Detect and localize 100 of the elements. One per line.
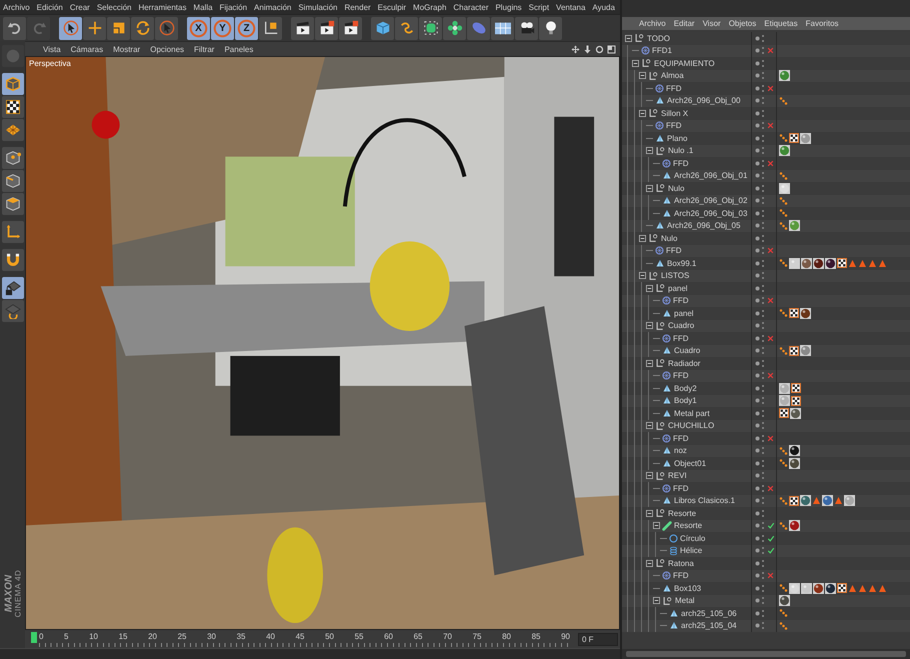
object-name[interactable]: arch25_105_06: [681, 608, 737, 618]
menu-item[interactable]: Etiquetas: [764, 19, 798, 28]
toolbar-button[interactable]: [315, 16, 338, 40]
toolbar-button[interactable]: [395, 16, 418, 40]
object-name[interactable]: Metal part: [674, 408, 710, 418]
menu-item[interactable]: Selección: [96, 2, 132, 12]
tool-button[interactable]: [2, 119, 24, 141]
object-name[interactable]: FFD: [666, 84, 682, 93]
object-name[interactable]: FFD: [673, 296, 689, 306]
object-name[interactable]: Ratona: [668, 558, 694, 568]
collapse-icon[interactable]: [646, 284, 653, 292]
object-name[interactable]: Almoa: [661, 71, 684, 80]
toolbar-button[interactable]: X: [187, 16, 210, 40]
toolbar-button[interactable]: [3, 16, 26, 40]
timeline-ruler[interactable]: 0 5 10 15 20 25 30 35 40 45 50 55 60 65 70 75 80 85 90: [31, 631, 570, 647]
toolbar-button[interactable]: Y: [211, 16, 234, 40]
toolbar-button[interactable]: [491, 16, 514, 40]
object-name[interactable]: panel: [668, 284, 688, 293]
toolbar-button[interactable]: [443, 16, 466, 40]
menu-item[interactable]: Fijación: [218, 2, 248, 12]
object-name[interactable]: Body2: [674, 384, 697, 393]
menu-item[interactable]: Character: [452, 2, 490, 12]
menu-item[interactable]: Plugins: [494, 2, 523, 12]
object-name[interactable]: Resorte: [674, 521, 702, 530]
check-icon[interactable]: [767, 522, 775, 530]
object-name[interactable]: Nulo: [668, 184, 684, 193]
object-name[interactable]: Object01: [674, 458, 706, 468]
menu-item[interactable]: Archivo: [639, 19, 666, 28]
tool-button[interactable]: [2, 277, 24, 299]
object-name[interactable]: arch25_105_04: [681, 621, 737, 630]
menu-item[interactable]: Animación: [253, 2, 292, 12]
object-name[interactable]: Sillon X: [661, 108, 688, 118]
menu-item[interactable]: MoGraph: [412, 2, 448, 12]
collapse-icon[interactable]: [646, 472, 653, 480]
menu-item[interactable]: Editar: [674, 19, 695, 28]
collapse-icon[interactable]: [639, 110, 646, 117]
tool-button[interactable]: [2, 96, 24, 118]
object-name[interactable]: panel: [674, 308, 694, 318]
object-name[interactable]: Resorte: [668, 508, 696, 518]
viewport-menu-item[interactable]: Paneles: [224, 44, 254, 54]
x-icon[interactable]: [767, 484, 774, 492]
menu-item[interactable]: Crear: [68, 2, 91, 12]
object-name[interactable]: Plano: [667, 134, 688, 143]
menu-item[interactable]: Ayuda: [591, 2, 616, 12]
toolbar-button[interactable]: [291, 16, 314, 40]
viewport-menu-item[interactable]: Filtrar: [194, 44, 214, 54]
menu-item[interactable]: Visor: [702, 19, 721, 28]
object-name[interactable]: Cuadro: [668, 321, 694, 330]
object-name[interactable]: Arch26_096_Obj_02: [674, 196, 748, 206]
object-name[interactable]: Arch26_096_Obj_00: [667, 96, 740, 106]
object-name[interactable]: CHUCHILLO: [668, 421, 714, 430]
menu-item[interactable]: Simulación: [297, 2, 338, 12]
toolbar-button[interactable]: [131, 16, 154, 40]
collapse-icon[interactable]: [646, 422, 653, 430]
menu-item[interactable]: Ventana: [555, 2, 586, 12]
menu-item[interactable]: Favoritos: [806, 19, 839, 28]
object-name[interactable]: noz: [674, 446, 687, 456]
object-name[interactable]: FFD: [673, 434, 689, 443]
object-name[interactable]: Nulo: [661, 234, 678, 243]
tool-button[interactable]: [2, 170, 24, 192]
scrollbar-thumb[interactable]: [626, 651, 906, 657]
tool-button[interactable]: [2, 249, 24, 271]
check-icon[interactable]: [767, 547, 775, 554]
collapse-icon[interactable]: [639, 272, 646, 280]
toolbar-button[interactable]: Z: [235, 16, 258, 40]
object-name[interactable]: Arch26_096_Obj_05: [667, 221, 740, 230]
object-name[interactable]: Metal: [675, 596, 695, 606]
object-name[interactable]: LISTOS: [661, 271, 690, 280]
object-name[interactable]: Box99.1: [667, 258, 696, 268]
object-name[interactable]: FFD: [666, 246, 682, 256]
x-icon[interactable]: [767, 160, 774, 167]
object-name[interactable]: Círculo: [680, 534, 706, 543]
x-icon[interactable]: [767, 334, 774, 342]
object-name[interactable]: Hélice: [680, 546, 702, 556]
object-name[interactable]: Body1: [674, 396, 697, 406]
object-name[interactable]: Radiador: [668, 358, 700, 368]
object-name[interactable]: Cuadro: [674, 346, 700, 356]
x-icon[interactable]: [767, 434, 774, 442]
viewport-menu-item[interactable]: Opciones: [150, 44, 184, 54]
toolbar-button[interactable]: [259, 16, 282, 40]
object-name[interactable]: Arch26_096_Obj_01: [674, 171, 748, 180]
x-icon[interactable]: [767, 84, 774, 92]
object-name[interactable]: Arch26_096_Obj_03: [674, 208, 748, 218]
toolbar-button[interactable]: [107, 16, 130, 40]
collapse-icon[interactable]: [646, 184, 653, 192]
object-name[interactable]: Box103: [674, 584, 702, 593]
object-name[interactable]: FFD: [673, 484, 689, 493]
collapse-icon[interactable]: [639, 72, 646, 80]
tool-button[interactable]: [2, 147, 24, 169]
tool-button[interactable]: [2, 73, 24, 95]
collapse-icon[interactable]: [653, 597, 660, 604]
toolbar-button[interactable]: [515, 16, 538, 40]
object-name[interactable]: FFD: [673, 571, 689, 580]
menu-item[interactable]: Script: [528, 2, 550, 12]
frame-field[interactable]: 0 F: [578, 632, 618, 646]
toolbar-button[interactable]: [539, 16, 562, 40]
object-name[interactable]: Nulo .1: [668, 146, 694, 156]
menu-item[interactable]: Objetos: [728, 19, 756, 28]
collapse-icon[interactable]: [646, 322, 653, 330]
viewport-menu-item[interactable]: Vista: [43, 44, 61, 54]
